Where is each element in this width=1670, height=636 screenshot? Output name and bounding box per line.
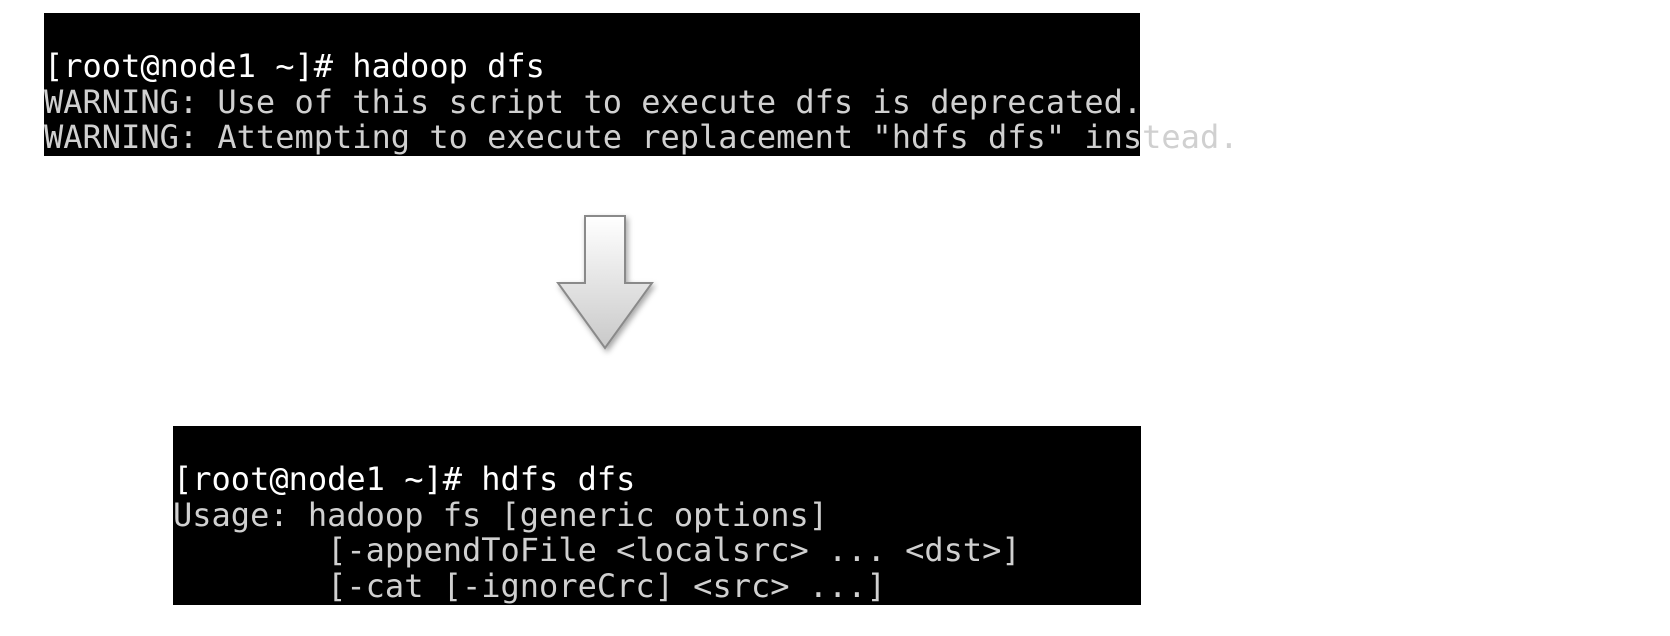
- terminal-output-line: WARNING: Use of this script to execute d…: [44, 83, 1142, 121]
- prompt: [root@node1 ~]#: [173, 460, 481, 498]
- terminal-bottom[interactable]: [root@node1 ~]# hdfs dfs Usage: hadoop f…: [173, 426, 1141, 605]
- command-text: hadoop dfs: [352, 47, 545, 85]
- terminal-output-line: Usage: hadoop fs [generic options]: [173, 496, 828, 534]
- terminal-output-line: [-appendToFile <localsrc> ... <dst>]: [173, 531, 1021, 569]
- prompt: [root@node1 ~]#: [44, 47, 352, 85]
- down-arrow-icon: [545, 205, 665, 360]
- terminal-output-line: WARNING: Attempting to execute replaceme…: [44, 118, 1238, 156]
- terminal-output-line: [-cat [-ignoreCrc] <src> ...]: [173, 567, 886, 605]
- command-text: hdfs dfs: [481, 460, 635, 498]
- terminal-top[interactable]: [root@node1 ~]# hadoop dfs WARNING: Use …: [44, 13, 1140, 156]
